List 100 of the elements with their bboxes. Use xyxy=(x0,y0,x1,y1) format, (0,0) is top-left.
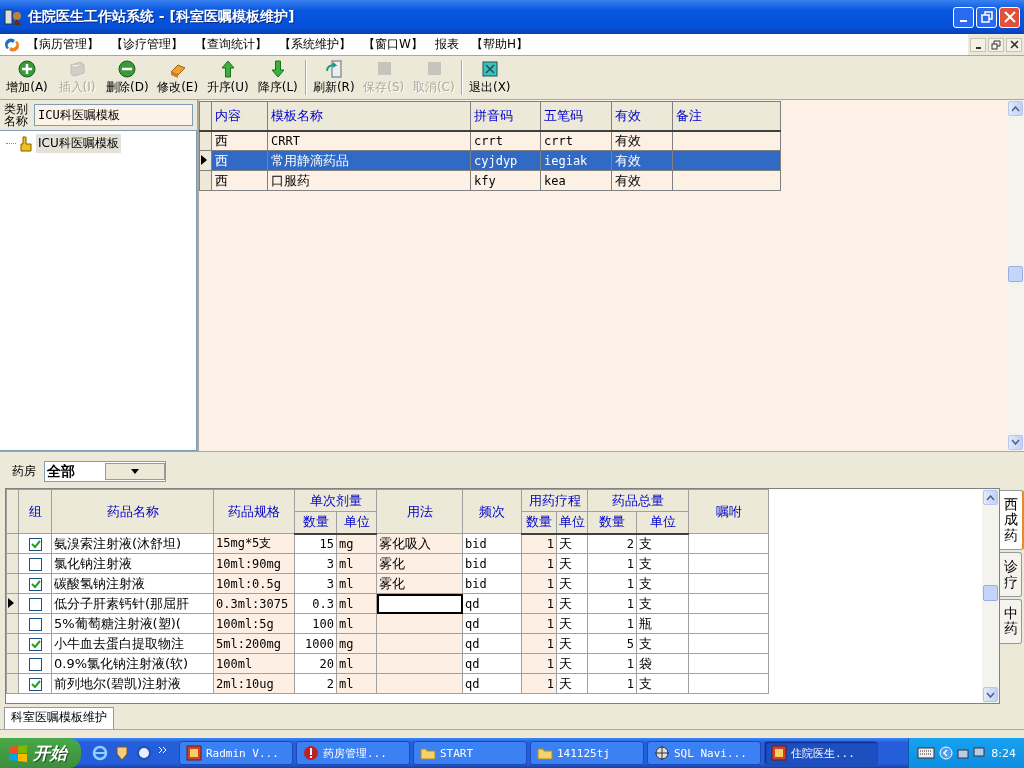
table-cell: 5 xyxy=(587,633,637,654)
taskbar-button[interactable]: SQL Navi... xyxy=(647,741,761,765)
toolbar-button[interactable]: 删除(D) xyxy=(102,58,153,98)
table-cell: qd xyxy=(462,653,522,674)
toolbar-button[interactable]: 升序(U) xyxy=(202,58,253,98)
toolbar-button[interactable]: 退出(X) xyxy=(464,58,515,98)
scroll-down-button[interactable] xyxy=(1008,434,1023,450)
table-cell: 碳酸氢钠注射液 xyxy=(51,573,214,594)
column-header[interactable]: 频次 xyxy=(462,489,522,534)
vertical-tab[interactable]: 诊疗 xyxy=(1000,552,1022,598)
column-header[interactable]: 用药疗程 xyxy=(521,489,588,512)
menu-item[interactable]: 【窗口W】 xyxy=(358,35,428,55)
table-cell: 0.3 xyxy=(294,593,337,614)
caret-icon xyxy=(131,469,139,475)
table-cell: 1 xyxy=(587,593,637,614)
minus-circle-icon xyxy=(117,59,138,80)
shield-icon[interactable] xyxy=(114,745,130,761)
window-title: 住院医生工作站系统 - [科室医嘱模板维护] xyxy=(28,8,296,27)
start-button[interactable]: 开始 xyxy=(0,738,81,768)
pharmacy-dropdown[interactable]: 全部 xyxy=(44,461,166,483)
field-label: 药房 xyxy=(12,463,36,481)
checkbox[interactable] xyxy=(28,578,42,592)
table-cell: 氯化钠注射液 xyxy=(51,553,214,574)
column-header[interactable]: 组 xyxy=(18,489,52,534)
tree-item[interactable]: ICU科医嘱模板 xyxy=(36,134,121,154)
table-cell: 1 xyxy=(587,673,637,694)
taskbar-button[interactable]: 141125tj xyxy=(530,741,644,765)
scroll-down-button[interactable] xyxy=(983,687,998,703)
table-cell: 2 xyxy=(294,673,337,694)
checkbox[interactable] xyxy=(28,538,42,552)
restore-button[interactable] xyxy=(988,37,1004,52)
vertical-tab[interactable]: 中药 xyxy=(1000,599,1022,644)
checkbox[interactable] xyxy=(28,598,42,612)
scroll-thumb[interactable] xyxy=(1008,266,1023,283)
table-cell: 2 xyxy=(587,533,637,554)
close-box-icon xyxy=(479,59,500,80)
scroll-thumb[interactable] xyxy=(983,585,998,602)
menu-item[interactable]: 【帮助H】 xyxy=(465,35,533,55)
keyboard-icon[interactable] xyxy=(917,747,936,759)
restore-icon xyxy=(980,11,993,24)
table-cell: 支 xyxy=(636,593,689,614)
column-header[interactable]: 五笔码 xyxy=(540,101,612,131)
refresh-icon xyxy=(323,59,344,80)
taskbar-button[interactable]: Radmin V... xyxy=(179,741,293,765)
checkbox[interactable] xyxy=(28,678,42,692)
checkbox[interactable] xyxy=(28,638,42,652)
row-selector[interactable] xyxy=(199,130,212,151)
table-cell: 3 xyxy=(294,553,337,574)
column-header[interactable]: 药品规格 xyxy=(213,489,295,534)
table-cell: 天 xyxy=(556,653,588,674)
column-header[interactable]: 药品名称 xyxy=(51,489,214,534)
taskbar-button[interactable]: START xyxy=(413,741,527,765)
column-header[interactable]: 有效 xyxy=(611,101,673,131)
toolbar-button[interactable]: 修改(E) xyxy=(152,58,203,98)
checkbox[interactable] xyxy=(28,618,42,632)
close-button[interactable] xyxy=(1006,37,1022,52)
menu-item[interactable]: 【诊疗管理】 xyxy=(106,35,188,55)
row-pointer-icon xyxy=(7,598,15,609)
toolbar-button[interactable]: 刷新(R) xyxy=(308,58,359,98)
scroll-up-button[interactable] xyxy=(1008,101,1023,117)
row-pointer-icon xyxy=(200,155,208,166)
table-cell: bid xyxy=(462,573,522,594)
network-icon[interactable] xyxy=(957,745,988,761)
menu-item[interactable]: 【系统维护】 xyxy=(274,35,356,55)
restore-icon xyxy=(991,39,1001,50)
row-selector[interactable] xyxy=(199,150,212,171)
minimize-button[interactable] xyxy=(970,37,986,52)
menu-item[interactable]: 报表 xyxy=(429,35,464,55)
minimize-icon xyxy=(975,46,981,49)
row-selector[interactable] xyxy=(6,593,19,614)
column-header[interactable]: 内容 xyxy=(211,101,268,131)
toolbar-button[interactable]: 降序(L) xyxy=(252,58,303,98)
column-header[interactable]: 备注 xyxy=(672,101,781,131)
column-header[interactable]: 用法 xyxy=(376,489,463,534)
column-header[interactable]: 药品总量 xyxy=(587,489,689,512)
window-tab[interactable]: 科室医嘱模板维护 xyxy=(4,707,114,730)
vertical-tab[interactable]: 西成药 xyxy=(1000,490,1024,551)
menu-item[interactable]: 【病历管理】 xyxy=(22,35,104,55)
category-name-field[interactable]: ICU科医嘱模板 xyxy=(34,104,193,127)
close-icon xyxy=(1003,11,1016,24)
table-cell: 1 xyxy=(587,573,637,594)
table-cell: 15 xyxy=(294,533,337,554)
chevron-icon[interactable] xyxy=(158,745,168,755)
toolbar-button[interactable]: 增加(A) xyxy=(2,58,52,98)
table-cell: 20 xyxy=(294,653,337,674)
table-cell: 低分子肝素钙针(那屈肝 xyxy=(51,593,214,614)
table-cell: 瓶 xyxy=(636,613,689,634)
flag-icon xyxy=(8,744,28,762)
column-header[interactable]: 模板名称 xyxy=(267,101,471,131)
scroll-up-button[interactable] xyxy=(983,490,998,506)
taskbar-button[interactable]: 住院医生... xyxy=(764,741,878,765)
menu-item[interactable]: 【查询统计】 xyxy=(190,35,272,55)
checkbox[interactable] xyxy=(28,658,42,672)
checkbox[interactable] xyxy=(28,558,42,572)
column-header[interactable]: 单次剂量 xyxy=(294,489,377,512)
taskbar-button[interactable]: 药房管理... xyxy=(296,741,410,765)
column-header[interactable]: 嘱咐 xyxy=(688,489,769,534)
table-cell: 支 xyxy=(636,533,689,554)
table-cell: qd xyxy=(462,633,522,654)
column-header[interactable]: 拼音码 xyxy=(470,101,541,131)
